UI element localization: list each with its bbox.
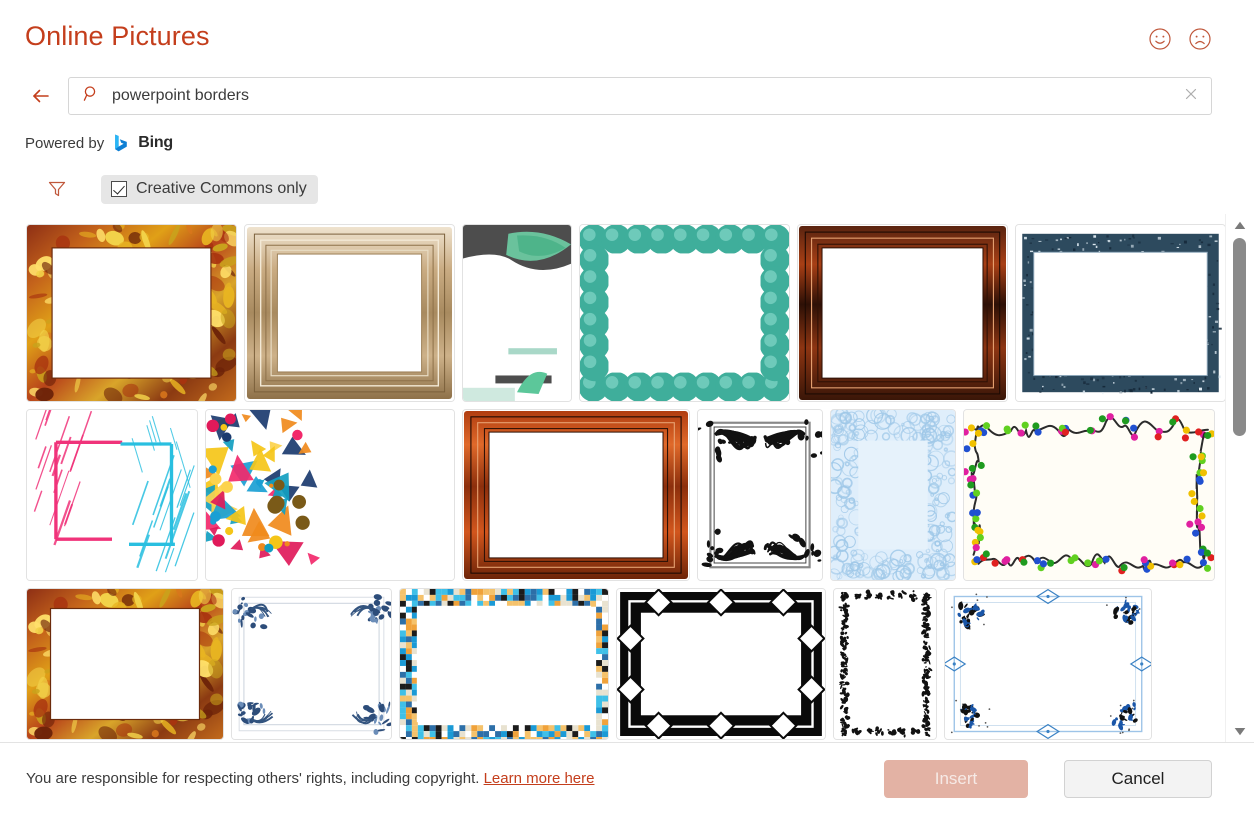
bing-label: Bing xyxy=(138,134,173,151)
dark-red-wood-frame-art xyxy=(798,225,1007,401)
result-thumbnail-mosaic-tile-frame[interactable] xyxy=(399,588,609,740)
black-flourish-frame-art xyxy=(698,410,822,580)
christmas-lights-frame-art xyxy=(964,410,1214,580)
smiley-happy-icon[interactable] xyxy=(1148,27,1172,51)
blue-snowflake-frame-art xyxy=(945,589,1151,739)
bing-logo-icon xyxy=(111,133,131,153)
creative-commons-checkbox[interactable] xyxy=(111,180,127,197)
learn-more-link[interactable]: Learn more here xyxy=(484,770,595,787)
disclaimer-text: You are responsible for respecting other… xyxy=(26,770,480,787)
filter-row: Creative Commons only xyxy=(0,164,1254,214)
results-row-2 xyxy=(26,409,1225,581)
result-thumbnail-christmas-lights-frame[interactable] xyxy=(963,409,1215,581)
geometric-confetti-frame-art xyxy=(206,410,454,580)
blue-bubbles-frame-art xyxy=(831,410,955,580)
search-icon xyxy=(83,85,100,107)
result-thumbnail-green-abstract-frame[interactable] xyxy=(462,224,572,402)
results-row-3 xyxy=(26,588,1225,740)
smiley-sad-icon[interactable] xyxy=(1188,27,1212,51)
results-scrollbar[interactable] xyxy=(1225,214,1254,742)
results-grid[interactable] xyxy=(0,214,1225,742)
back-arrow-icon[interactable] xyxy=(28,83,54,109)
scrollbar-track[interactable] xyxy=(1226,236,1254,720)
teal-bubble-frame-art xyxy=(580,225,789,401)
creative-commons-label: Creative Commons only xyxy=(136,179,307,197)
search-box[interactable] xyxy=(68,77,1212,115)
dialog-header: Online Pictures xyxy=(0,0,1254,70)
black-diamond-frame-art xyxy=(617,589,825,739)
result-thumbnail-gold-ornate-frame[interactable] xyxy=(244,224,455,402)
pink-cyan-sketch-frame-art xyxy=(27,410,197,580)
autumn-leaves-frame-art xyxy=(27,225,236,401)
result-thumbnail-autumn-leaves-frame-2[interactable] xyxy=(26,588,224,740)
powered-by-label: Powered by xyxy=(25,134,105,152)
result-thumbnail-blue-bubbles-frame[interactable] xyxy=(830,409,956,581)
result-thumbnail-geometric-confetti-frame[interactable] xyxy=(205,409,455,581)
result-thumbnail-navy-ornate-frame[interactable] xyxy=(1015,224,1225,402)
cancel-button[interactable]: Cancel xyxy=(1064,759,1212,798)
red-orange-wood-frame-art xyxy=(463,410,689,580)
gold-ornate-frame-art xyxy=(245,225,454,401)
result-thumbnail-black-flourish-frame[interactable] xyxy=(697,409,823,581)
result-thumbnail-teal-bubble-frame[interactable] xyxy=(579,224,790,402)
result-thumbnail-red-orange-wood-frame[interactable] xyxy=(462,409,690,581)
mosaic-tile-frame-art xyxy=(400,589,608,739)
search-row xyxy=(0,70,1254,122)
powered-by-row: Powered by Bing xyxy=(0,122,1254,164)
scroll-up-arrow-icon[interactable] xyxy=(1226,214,1254,236)
filter-funnel-icon[interactable] xyxy=(47,179,67,199)
result-thumbnail-blue-floral-corner-frame[interactable] xyxy=(231,588,392,740)
green-abstract-frame-art xyxy=(463,225,571,401)
black-motif-border-art xyxy=(834,589,936,739)
scrollbar-thumb[interactable] xyxy=(1233,238,1246,436)
close-icon[interactable] xyxy=(1183,86,1199,107)
results-area xyxy=(0,214,1254,742)
search-input[interactable] xyxy=(112,78,1171,114)
insert-button[interactable]: Insert xyxy=(884,759,1028,798)
result-thumbnail-blue-snowflake-frame[interactable] xyxy=(944,588,1152,740)
online-pictures-dialog: Online Pictures powerpoint borders Power… xyxy=(0,0,1254,814)
blue-floral-corner-frame-art xyxy=(232,589,391,739)
dialog-footer: You are responsible for respecting other… xyxy=(0,742,1254,814)
page-title: Online Pictures xyxy=(25,21,210,51)
scroll-down-arrow-icon[interactable] xyxy=(1226,720,1254,742)
result-thumbnail-pink-cyan-sketch-frame[interactable] xyxy=(26,409,198,581)
result-thumbnail-dark-red-wood-frame[interactable] xyxy=(797,224,1008,402)
result-thumbnail-black-motif-border[interactable] xyxy=(833,588,937,740)
copyright-disclaimer: You are responsible for respecting other… xyxy=(26,770,872,787)
feedback-buttons xyxy=(1148,27,1212,51)
navy-ornate-frame-art xyxy=(1016,225,1225,401)
creative-commons-filter-chip[interactable]: Creative Commons only xyxy=(101,174,318,204)
result-thumbnail-black-diamond-frame[interactable] xyxy=(616,588,826,740)
result-thumbnail-autumn-leaves-frame[interactable] xyxy=(26,224,237,402)
autumn-leaves-frame-2-art xyxy=(27,589,223,739)
results-row-1 xyxy=(26,224,1225,402)
